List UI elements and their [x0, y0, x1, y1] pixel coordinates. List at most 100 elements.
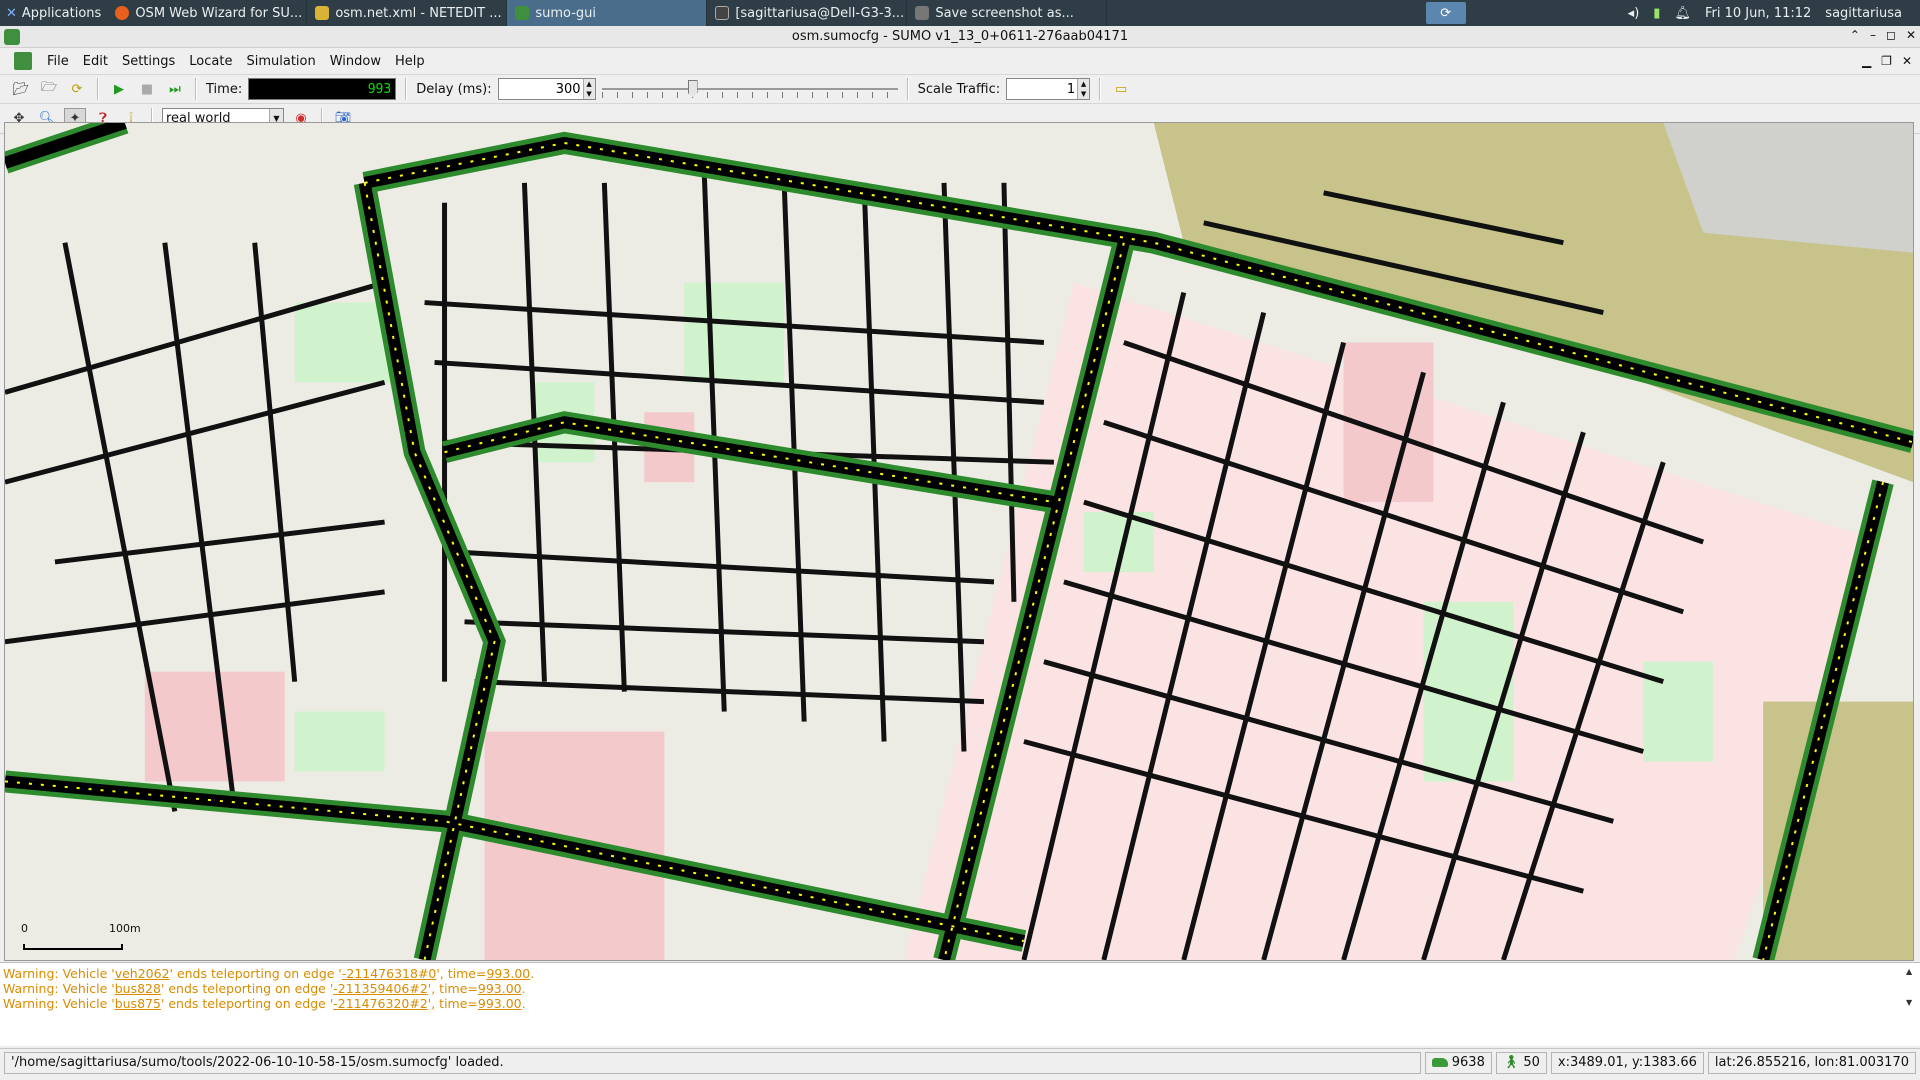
- taskbar-task-sumo-gui[interactable]: sumo-gui: [507, 0, 708, 26]
- vehicle-link[interactable]: bus875: [115, 996, 161, 1011]
- task-label: OSM Web Wizard for SU...: [135, 5, 303, 21]
- scroll-up-icon[interactable]: ▲: [1906, 967, 1918, 976]
- applications-label: Applications: [21, 5, 102, 21]
- stop-button[interactable]: ■: [136, 78, 158, 100]
- new-view-icon[interactable]: ▭: [1110, 78, 1132, 100]
- task-label: sumo-gui: [535, 5, 596, 21]
- scale-bar: 0 100m: [21, 922, 141, 952]
- scroll-down-icon[interactable]: ▼: [1906, 998, 1918, 1007]
- task-label: osm.net.xml - NETEDIT ...: [335, 5, 502, 21]
- time-display: 993: [248, 78, 397, 100]
- mdi-restore-icon[interactable]: ❐: [1881, 54, 1892, 68]
- log-line: Warning: Vehicle 'veh2062' ends teleport…: [3, 966, 535, 981]
- cursor-latlon: lat:26.855216, lon:81.003170: [1707, 1051, 1916, 1074]
- cursor-xy: x:3489.01, y:1383.66: [1550, 1051, 1704, 1074]
- scale-traffic-input[interactable]: [1007, 79, 1078, 99]
- status-bar: '/home/sagittariusa/sumo/tools/2022-06-1…: [0, 1048, 1920, 1076]
- log-scrollbar[interactable]: ▲ ▼: [1906, 967, 1918, 1007]
- task-label: Save screenshot as...: [935, 5, 1074, 21]
- person-icon: 🚶︎: [1502, 1054, 1520, 1070]
- menubar: File Edit Settings Locate Simulation Win…: [0, 48, 1920, 74]
- menu-locate[interactable]: Locate: [182, 51, 239, 72]
- menu-simulation[interactable]: Simulation: [239, 51, 322, 72]
- mdi-close-icon[interactable]: ✕: [1902, 54, 1912, 68]
- clock[interactable]: Fri 10 Jun, 11:12: [1705, 6, 1811, 21]
- edge-link[interactable]: -211476320#2: [333, 996, 428, 1011]
- road-network-map[interactable]: [5, 123, 1913, 960]
- delay-input[interactable]: [498, 79, 583, 99]
- mdi-app-icon[interactable]: [14, 52, 32, 70]
- terminal-icon: [715, 6, 730, 20]
- vehicle-count-value: 9638: [1451, 1054, 1485, 1070]
- close-icon[interactable]: ✕: [1906, 28, 1916, 42]
- task-label: [sagittariusa@Dell-G3-3...: [735, 5, 905, 21]
- edge-link[interactable]: -211476318#0: [342, 966, 437, 981]
- sumo-app-icon: [4, 29, 20, 45]
- menu-settings[interactable]: Settings: [115, 51, 182, 72]
- firefox-icon: [115, 6, 130, 20]
- mdi-minimize-icon[interactable]: ▁: [1862, 54, 1871, 68]
- delay-spin-arrows[interactable]: ▲ ▼: [582, 79, 595, 99]
- delay-label: Delay (ms):: [416, 81, 492, 97]
- taskbar-task-save-screenshot[interactable]: Save screenshot as...: [907, 0, 1108, 26]
- menu-edit[interactable]: Edit: [76, 51, 115, 72]
- status-message: '/home/sagittariusa/sumo/tools/2022-06-1…: [4, 1051, 1421, 1074]
- message-log[interactable]: Warning: Vehicle 'veh2062' ends teleport…: [0, 962, 1920, 1046]
- scale-traffic-spinner[interactable]: ▲▼: [1006, 78, 1091, 100]
- log-line: Warning: Vehicle 'bus828' ends teleporti…: [3, 981, 526, 996]
- vehicle-link[interactable]: bus828: [115, 981, 161, 996]
- system-taskbar: ✕ Applications OSM Web Wizard for SU... …: [0, 0, 1920, 26]
- user-name[interactable]: sagittariusa: [1825, 6, 1908, 21]
- window-controls: ⌃ – ◻ ✕: [1850, 28, 1916, 42]
- open-icon[interactable]: 📂︎: [10, 78, 32, 100]
- vehicle-link[interactable]: veh2062: [115, 966, 170, 981]
- person-count[interactable]: 🚶︎ 50: [1495, 1051, 1547, 1074]
- maximize-icon[interactable]: ◻: [1886, 28, 1896, 42]
- time-link[interactable]: 993.00: [486, 966, 530, 981]
- taskbar-task-terminal[interactable]: [sagittariusa@Dell-G3-3...: [707, 0, 908, 26]
- park-area: [684, 282, 785, 383]
- system-tray: ◂) ▮ 🔔︎ Fri 10 Jun, 11:12 sagittariusa: [1616, 6, 1920, 21]
- mdi-controls: ▁ ❐ ✕: [1862, 54, 1920, 68]
- minimize-icon[interactable]: –: [1870, 28, 1876, 42]
- battery-icon[interactable]: ▮: [1653, 6, 1660, 21]
- delay-slider[interactable]: [601, 78, 898, 100]
- scale-spin-arrows[interactable]: ▲ ▼: [1077, 79, 1090, 99]
- window-title: osm.sumocfg - SUMO v1_13_0+0611-276aab04…: [791, 29, 1129, 44]
- vehicle-count[interactable]: 9638: [1424, 1051, 1492, 1074]
- open-network-icon[interactable]: 🗁: [38, 78, 60, 100]
- xfce-logo-icon: ✕: [6, 5, 17, 21]
- person-count-value: 50: [1523, 1054, 1540, 1070]
- simulation-toolbar: 📂︎ 🗁 ⟳ ▶ ■ ⏭ Time: 993 Delay (ms): ▲▼ Sc…: [0, 74, 1920, 104]
- scale-end-label: 100m: [109, 922, 141, 935]
- reload-icon[interactable]: ⟳: [66, 78, 88, 100]
- scale-start-label: 0: [21, 922, 28, 935]
- edge-link[interactable]: -211359406#2: [333, 981, 428, 996]
- run-button[interactable]: ▶: [108, 78, 130, 100]
- park-area: [294, 711, 385, 772]
- netedit-icon: [315, 6, 330, 20]
- menu-file[interactable]: File: [40, 51, 76, 72]
- applications-menu[interactable]: ✕ Applications: [0, 0, 107, 26]
- car-icon: [1431, 1058, 1448, 1067]
- time-label: Time:: [206, 81, 243, 97]
- menu-help[interactable]: Help: [388, 51, 432, 72]
- update-tray-icon[interactable]: ⟳: [1425, 2, 1466, 24]
- map-canvas[interactable]: 0 100m: [4, 122, 1914, 961]
- delay-spinner[interactable]: ▲▼: [497, 78, 596, 100]
- notification-bell-icon[interactable]: 🔔︎: [1674, 6, 1691, 21]
- taskbar-task-firefox[interactable]: OSM Web Wizard for SU...: [107, 0, 308, 26]
- volume-icon[interactable]: ◂): [1628, 6, 1640, 21]
- time-link[interactable]: 993.00: [478, 996, 522, 1011]
- sumo-gui-icon: [515, 6, 530, 20]
- shade-icon[interactable]: ⌃: [1850, 28, 1860, 42]
- time-link[interactable]: 993.00: [478, 981, 522, 996]
- menu-window[interactable]: Window: [323, 51, 388, 72]
- taskbar-task-netedit[interactable]: osm.net.xml - NETEDIT ...: [307, 0, 508, 26]
- scale-bar-line: [23, 944, 123, 950]
- log-line: Warning: Vehicle 'bus875' ends teleporti…: [3, 996, 526, 1011]
- scale-traffic-label: Scale Traffic:: [917, 81, 1001, 97]
- step-button[interactable]: ⏭: [164, 78, 186, 100]
- camera-icon: [915, 6, 930, 20]
- window-titlebar[interactable]: osm.sumocfg - SUMO v1_13_0+0611-276aab04…: [0, 26, 1920, 48]
